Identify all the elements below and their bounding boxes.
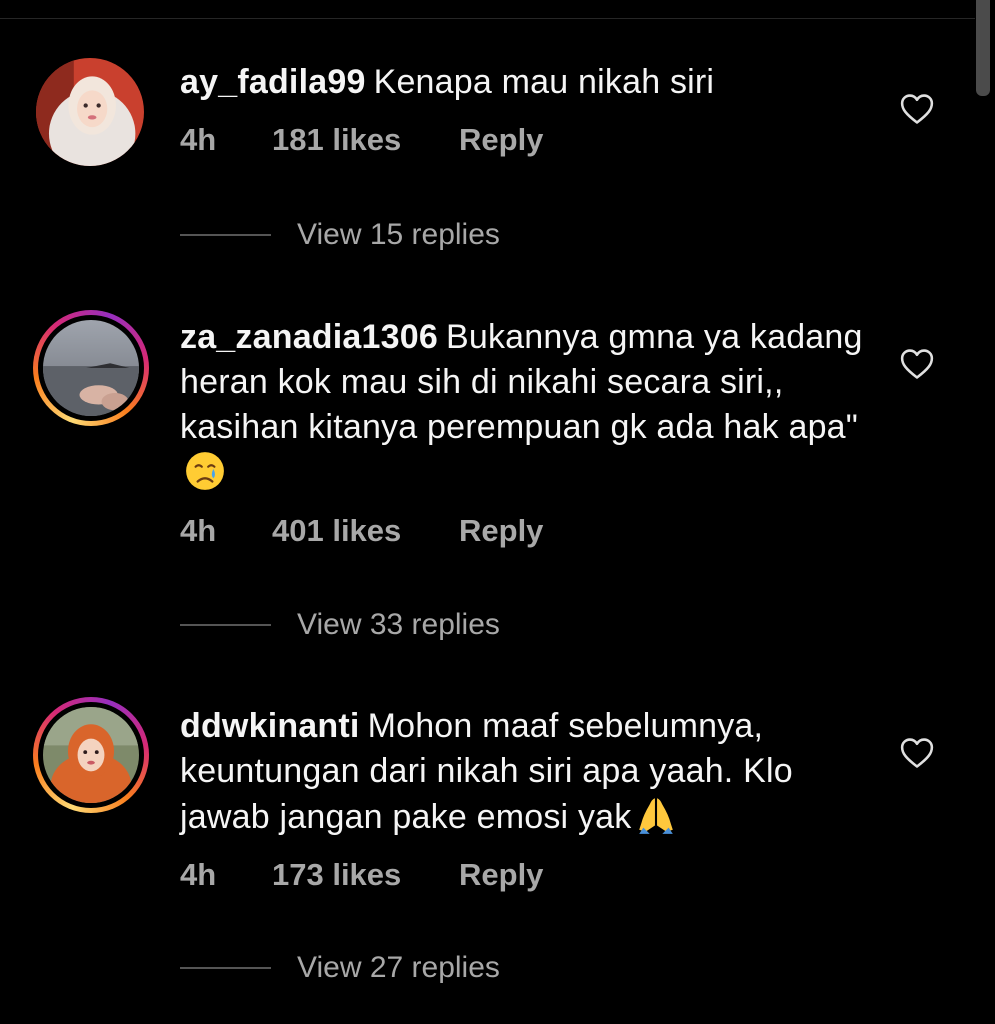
avatar[interactable]	[33, 310, 149, 426]
view-replies-label: View 33 replies	[297, 608, 500, 641]
comment-meta: 4h 401 likes Reply	[180, 513, 543, 549]
reply-button[interactable]: Reply	[459, 122, 543, 158]
comment-likes[interactable]: 181 likes	[272, 122, 459, 158]
reply-button[interactable]: Reply	[459, 513, 543, 549]
view-replies-button[interactable]: View 15 replies	[180, 218, 500, 252]
comment-body: za_zanadia1306 Bukannya gmna ya kadang he…	[180, 315, 870, 496]
crying-face-emoji-icon	[184, 450, 226, 492]
replies-divider-line	[180, 967, 271, 969]
comment-likes[interactable]: 401 likes	[272, 513, 459, 549]
like-heart-icon[interactable]	[900, 348, 934, 380]
reply-button[interactable]: Reply	[459, 857, 543, 893]
comment-body: ay_fadila99 Kenapa mau nikah siri	[180, 60, 870, 105]
view-replies-label: View 27 replies	[297, 951, 500, 984]
comment-username[interactable]: ay_fadila99	[180, 63, 366, 101]
replies-divider-line	[180, 624, 271, 626]
avatar[interactable]	[33, 697, 149, 813]
comment-meta: 4h 181 likes Reply	[180, 122, 543, 158]
avatar-photo	[43, 707, 139, 803]
avatar[interactable]	[36, 58, 144, 166]
folded-hands-emoji-icon	[635, 794, 677, 836]
top-divider	[0, 18, 975, 19]
scrollbar-thumb[interactable]	[976, 0, 990, 96]
avatar-photo	[43, 320, 139, 416]
comment-username[interactable]: ddwkinanti	[180, 707, 360, 745]
view-replies-button[interactable]: View 33 replies	[180, 608, 500, 642]
comment-time: 4h	[180, 513, 217, 548]
view-replies-label: View 15 replies	[297, 218, 500, 251]
replies-divider-line	[180, 234, 271, 236]
comment-text: Kenapa mau nikah siri	[373, 63, 715, 101]
comment-time: 4h	[180, 122, 217, 157]
comment-body: ddwkinanti Mohon maaf sebelumnya, keuntun…	[180, 704, 870, 840]
like-heart-icon[interactable]	[900, 93, 934, 125]
view-replies-button[interactable]: View 27 replies	[180, 951, 500, 985]
comment-meta: 4h 173 likes Reply	[180, 857, 543, 893]
like-heart-icon[interactable]	[900, 737, 934, 769]
avatar-photo	[36, 58, 144, 166]
comment-time: 4h	[180, 857, 217, 892]
comment-likes[interactable]: 173 likes	[272, 857, 459, 893]
comment-username[interactable]: za_zanadia1306	[180, 318, 438, 356]
